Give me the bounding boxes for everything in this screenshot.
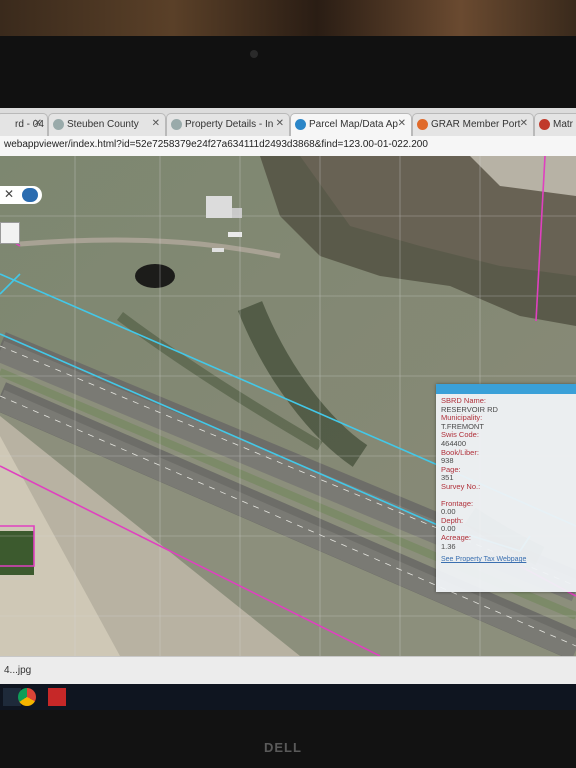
field-label: Book/Liber: — [441, 447, 479, 457]
download-file[interactable]: 4...jpg — [4, 665, 31, 676]
tab-label: Matr — [553, 119, 573, 130]
widget-button[interactable] — [0, 222, 20, 244]
field-label: Acreage: — [441, 532, 472, 542]
laptop-bezel-bottom — [0, 710, 576, 768]
map-app-icon — [295, 119, 306, 130]
url-text[interactable]: webappviewer/index.html?id=52e7258379e24… — [4, 139, 428, 150]
search-box[interactable]: ✕ — [0, 186, 42, 204]
globe-icon — [171, 119, 182, 130]
downloads-bar: 4...jpg — [0, 656, 576, 684]
tab-label: Parcel Map/Data Ap — [309, 119, 398, 130]
tab-label: Property Details - In — [185, 119, 274, 130]
laptop-bezel-top — [0, 36, 576, 114]
tab-grar-member[interactable]: GRAR Member Port ✕ — [412, 113, 534, 136]
field-label: Depth: — [441, 515, 464, 525]
tab-parcel-map[interactable]: Parcel Map/Data Ap ✕ — [290, 113, 412, 136]
field-value: 1.36 — [441, 541, 456, 551]
parcel-info-popup: SBRD Name: RESERVOIR RD Municipality: T.… — [436, 384, 576, 592]
field-label: Page: — [441, 464, 461, 474]
chrome-icon[interactable] — [18, 688, 36, 706]
close-icon[interactable]: ✕ — [520, 118, 528, 129]
popup-body: SBRD Name: RESERVOIR RD Municipality: T.… — [436, 394, 576, 568]
dell-logo: DELL — [264, 740, 302, 755]
globe-icon — [53, 119, 64, 130]
tab-matrix[interactable]: Matr — [534, 113, 576, 136]
browser-tab-bar: ✕ rd - 04 Steuben County ✕ Property Deta… — [0, 108, 576, 136]
matrix-icon — [539, 119, 550, 130]
tab-label: GRAR Member Port — [431, 119, 521, 130]
background-room — [0, 0, 576, 40]
windows-taskbar — [0, 684, 576, 710]
tab-steuben-county[interactable]: Steuben County ✕ — [48, 113, 166, 136]
clear-icon[interactable]: ✕ — [4, 187, 14, 201]
tab-label: Steuben County — [67, 119, 139, 130]
field-label: Frontage: — [441, 498, 474, 508]
tab-rd[interactable]: ✕ rd - 04 — [0, 113, 48, 136]
field-label: Survey No.: — [441, 481, 481, 491]
webcam — [250, 50, 258, 58]
popup-header — [436, 384, 576, 394]
tab-property-details[interactable]: Property Details - In ✕ — [166, 113, 290, 136]
close-icon[interactable]: ✕ — [34, 118, 42, 129]
pdf-icon[interactable] — [48, 688, 66, 706]
parcel-map[interactable]: ✕ SBRD Name: RESERVOIR RD Municipality: … — [0, 156, 576, 656]
address-bar[interactable]: webappviewer/index.html?id=52e7258379e24… — [0, 136, 576, 157]
close-icon[interactable]: ✕ — [276, 118, 284, 129]
close-icon[interactable]: ✕ — [398, 118, 406, 129]
search-icon[interactable] — [22, 188, 38, 202]
grar-icon — [417, 119, 428, 130]
property-tax-link[interactable]: See Property Tax Webpage — [441, 556, 571, 565]
laptop-screen: ✕ rd - 04 Steuben County ✕ Property Deta… — [0, 108, 576, 684]
close-icon[interactable]: ✕ — [152, 118, 160, 129]
